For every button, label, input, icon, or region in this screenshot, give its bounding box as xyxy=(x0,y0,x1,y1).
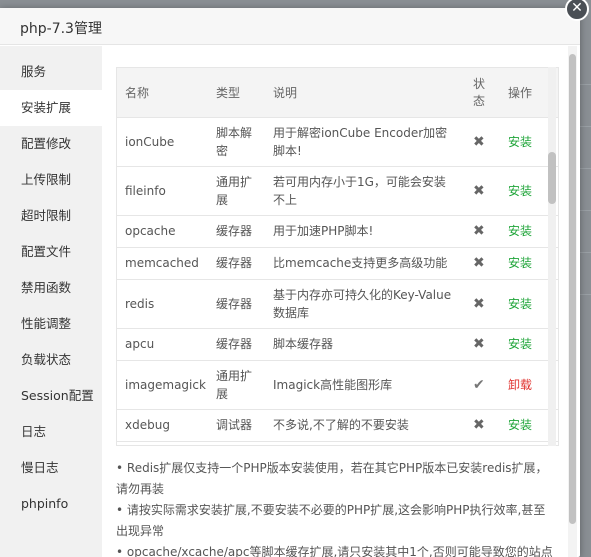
ext-name: apcu xyxy=(117,328,208,361)
ext-name: imagemagick xyxy=(117,360,208,410)
notes-list: • Redis扩展仅支持一个PHP版本安装使用，若在其它PHP版本已安装redi… xyxy=(116,458,556,557)
status-not-installed-icon: ✖ xyxy=(465,215,500,248)
sidebar-item-config-edit[interactable]: 配置修改 xyxy=(0,126,102,162)
sidebar-item-session-config[interactable]: Session配置 xyxy=(0,378,102,414)
ext-type: 调试器 xyxy=(208,409,265,442)
sidebar: 服务 安装扩展 配置修改 上传限制 超时限制 配置文件 禁用函数 性能调整 负载… xyxy=(0,46,102,557)
note-item: • Redis扩展仅支持一个PHP版本安装使用，若在其它PHP版本已安装redi… xyxy=(116,461,548,496)
extensions-table: 名称 类型 说明 状态 操作 ionCube 脚本解密 用于解密ionCube … xyxy=(117,68,558,442)
ext-type: 通用扩展 xyxy=(208,166,265,216)
status-not-installed-icon: ✖ xyxy=(465,409,500,442)
ext-name: fileinfo xyxy=(117,166,208,216)
ext-type: 脚本解密 xyxy=(208,117,265,167)
ext-description: 基于内存亦可持久化的Key-Value数据库 xyxy=(265,279,465,329)
sidebar-item-disabled-functions[interactable]: 禁用函数 xyxy=(0,270,102,306)
ext-description: Imagick高性能图形库 xyxy=(265,360,465,410)
sidebar-item-slow-log[interactable]: 慢日志 xyxy=(0,450,102,486)
note-item: • opcache/xcache/apc等脚本缓存扩展,请只安装其中1个,否则可… xyxy=(116,545,553,557)
sidebar-item-phpinfo[interactable]: phpinfo xyxy=(0,486,102,522)
dialog-header: php-7.3管理 xyxy=(0,8,580,45)
header-description: 说明 xyxy=(265,68,465,118)
note-item: • 请按实际需求安装扩展,不要安装不必要的PHP扩展,这会影响PHP执行效率,甚… xyxy=(116,503,546,538)
status-not-installed-icon: ✖ xyxy=(465,328,500,361)
sidebar-item-log[interactable]: 日志 xyxy=(0,414,102,450)
ext-name: memcached xyxy=(117,247,208,280)
table-row: fileinfo 通用扩展 若可用内存小于1G，可能会安装不上 ✖ 安装 xyxy=(117,166,558,216)
sidebar-item-install-extensions[interactable]: 安装扩展 xyxy=(0,90,102,126)
table-row: opcache 缓存器 用于加速PHP脚本! ✖ 安装 xyxy=(117,215,558,248)
status-installed-icon: ✔ xyxy=(465,360,500,410)
header-name: 名称 xyxy=(117,68,208,118)
php-manager-dialog: php-7.3管理 服务 安装扩展 配置修改 上传限制 超时限制 配置文件 禁用… xyxy=(0,8,580,557)
sidebar-item-timeout-limit[interactable]: 超时限制 xyxy=(0,198,102,234)
status-not-installed-icon: ✖ xyxy=(465,247,500,280)
table-row: apcu 缓存器 脚本缓存器 ✖ 安装 xyxy=(117,328,558,361)
ext-type: 缓存器 xyxy=(208,215,265,248)
ext-description: 用于解密ionCube Encoder加密脚本! xyxy=(265,117,465,167)
dialog-scrollbar-thumb[interactable] xyxy=(569,54,576,524)
sidebar-item-service[interactable]: 服务 xyxy=(0,54,102,90)
ext-name: redis xyxy=(117,279,208,329)
ext-name: opcache xyxy=(117,215,208,248)
ext-type: 通用扩展 xyxy=(208,360,265,410)
status-not-installed-icon: ✖ xyxy=(465,117,500,167)
table-row: xdebug 调试器 不多说,不了解的不要安装 ✖ 安装 xyxy=(117,409,558,442)
content-panel: 名称 类型 说明 状态 操作 ionCube 脚本解密 用于解密ionCube … xyxy=(102,46,568,557)
ext-name: ionCube xyxy=(117,117,208,167)
table-scrollbar-thumb[interactable] xyxy=(548,152,556,204)
sidebar-item-config-file[interactable]: 配置文件 xyxy=(0,234,102,270)
ext-name: xdebug xyxy=(117,409,208,442)
ext-type: 缓存器 xyxy=(208,247,265,280)
ext-type: 缓存器 xyxy=(208,279,265,329)
sidebar-item-upload-limit[interactable]: 上传限制 xyxy=(0,162,102,198)
ext-description: 用于加速PHP脚本! xyxy=(265,215,465,248)
status-not-installed-icon: ✖ xyxy=(465,166,500,216)
ext-description: 脚本缓存器 xyxy=(265,328,465,361)
table-row: memcached 缓存器 比memcache支持更多高级功能 ✖ 安装 xyxy=(117,247,558,280)
dialog-title: php-7.3管理 xyxy=(20,21,102,37)
dialog-scrollbar[interactable] xyxy=(568,46,577,557)
status-not-installed-icon: ✖ xyxy=(465,279,500,329)
ext-type: 缓存器 xyxy=(208,328,265,361)
header-type: 类型 xyxy=(208,68,265,118)
table-row: imagemagick 通用扩展 Imagick高性能图形库 ✔ 卸载 xyxy=(117,360,558,410)
table-scrollbar[interactable] xyxy=(548,67,556,446)
table-header-row: 名称 类型 说明 状态 操作 xyxy=(117,68,558,118)
extensions-table-container[interactable]: 名称 类型 说明 状态 操作 ionCube 脚本解密 用于解密ionCube … xyxy=(116,67,559,446)
ext-description: 若可用内存小于1G，可能会安装不上 xyxy=(265,166,465,216)
ext-description: 比memcache支持更多高级功能 xyxy=(265,247,465,280)
sidebar-item-performance[interactable]: 性能调整 xyxy=(0,306,102,342)
table-row: ionCube 脚本解密 用于解密ionCube Encoder加密脚本! ✖ … xyxy=(117,117,558,167)
ext-description: 不多说,不了解的不要安装 xyxy=(265,409,465,442)
table-row: redis 缓存器 基于内存亦可持久化的Key-Value数据库 ✖ 安装 xyxy=(117,279,558,329)
sidebar-item-load-status[interactable]: 负载状态 xyxy=(0,342,102,378)
header-status: 状态 xyxy=(465,68,500,118)
